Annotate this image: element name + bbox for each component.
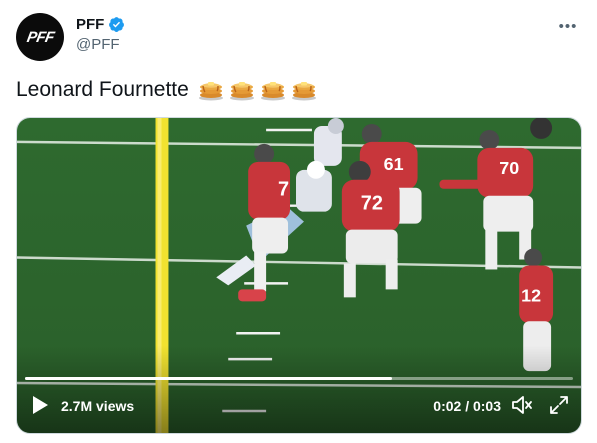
tweet-header: PFF PFF @PFF •••: [16, 13, 581, 63]
avatar-logo: PFF: [25, 28, 55, 46]
pancakes-icon: [198, 82, 223, 101]
display-name[interactable]: PFF: [76, 16, 104, 33]
author-handle[interactable]: @PFF: [76, 36, 125, 53]
fullscreen-icon[interactable]: [549, 395, 569, 415]
more-horizontal-icon: •••: [558, 17, 578, 35]
view-count: 2.7M views: [61, 398, 135, 414]
name-row: PFF: [76, 16, 125, 33]
video-time: 0:02 / 0:03: [433, 398, 501, 414]
verified-badge-icon: [109, 17, 125, 32]
pancakes-icon: [229, 82, 254, 101]
progress-fill: [25, 377, 393, 380]
volume-muted-icon[interactable]: [511, 395, 533, 415]
video-player[interactable]: 7 61 72 70 12: [16, 117, 582, 434]
avatar[interactable]: PFF: [16, 13, 64, 61]
pancakes-icon: [291, 82, 316, 101]
tweet-text: Leonard Fournette: [16, 78, 317, 102]
progress-bar[interactable]: [25, 377, 573, 380]
video-controls: 2.7M views 0:02 / 0:03: [17, 373, 581, 433]
emoji-group: [198, 79, 317, 101]
play-icon[interactable]: [31, 395, 49, 415]
more-options-button[interactable]: •••: [557, 15, 579, 37]
pancakes-icon: [260, 82, 285, 101]
tweet-text-body: Leonard Fournette: [16, 78, 189, 101]
author-names: PFF @PFF: [76, 16, 125, 53]
